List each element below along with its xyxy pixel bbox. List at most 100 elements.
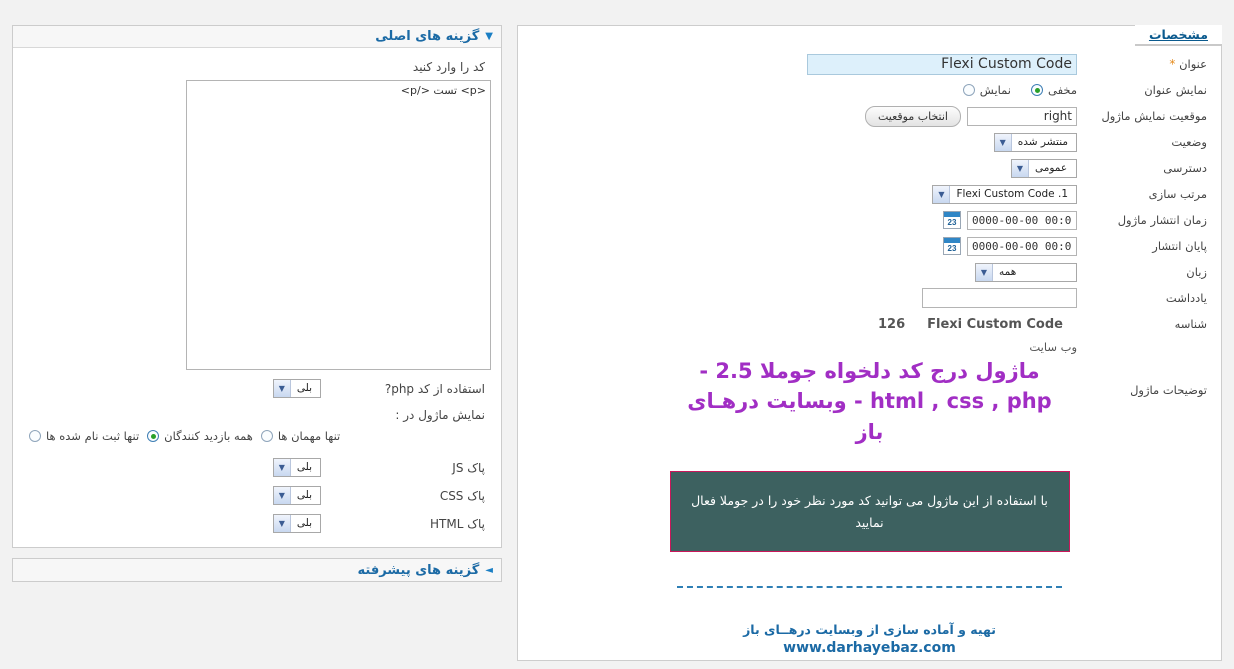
clean-html-select[interactable]: ▼ بلی	[272, 514, 321, 533]
option-row-use-php: استفاده از کد php? ▼ بلی	[23, 379, 491, 398]
language-select[interactable]: ▼ همه	[975, 262, 1077, 282]
title-input[interactable]	[807, 53, 1077, 75]
option-row-clean-html: پاک HTML ▼ بلی	[23, 514, 491, 533]
radio-only-registered[interactable]: تنها ثبت نام شده ها	[29, 429, 139, 443]
position-input[interactable]	[967, 106, 1077, 126]
clean-css-select-value: بلی	[296, 489, 312, 501]
finish-publishing-input[interactable]	[967, 236, 1077, 256]
control-position: انتخاب موقعیت	[526, 105, 1091, 127]
advanced-options-header[interactable]: گزینه های پیشرفته ◄	[13, 559, 501, 581]
label-use-php: استفاده از کد php?	[384, 381, 485, 396]
show-module-in-radio-group: تنها مهمان ها همه بازدید کنندگان تنها ثب…	[23, 429, 491, 443]
calendar-icon-start[interactable]: 23	[943, 211, 961, 229]
radio-show-label: نمایش	[979, 83, 1011, 97]
label-note: یادداشت	[1165, 291, 1207, 305]
radio-hide-icon[interactable]	[1031, 84, 1043, 96]
ordering-select-value: 1. Flexi Custom Code	[956, 187, 1068, 200]
promo-url-link[interactable]: www.darhayebaz.com	[532, 640, 1207, 656]
start-publishing-input[interactable]	[967, 210, 1077, 230]
control-clean-html: ▼ بلی	[23, 514, 321, 533]
label-clean-css: پاک CSS	[439, 488, 485, 503]
control-clean-css: ▼ بلی	[23, 486, 321, 505]
select-position-button[interactable]: انتخاب موقعیت	[864, 105, 961, 127]
label-title: عنوان *	[1091, 57, 1211, 71]
control-finish-publishing: 23	[526, 236, 1091, 256]
basic-options-fieldset: گزینه های اصلی ▼ کد را وارد کنید <p> تست…	[12, 25, 502, 548]
chevron-down-icon: ▼	[273, 487, 291, 504]
basic-options-title: گزینه های اصلی	[375, 29, 480, 44]
chevron-left-icon[interactable]: ◄	[485, 565, 493, 576]
website-text: وب سایت	[1029, 340, 1077, 354]
radio-only-guests[interactable]: تنها مهمان ها	[260, 429, 341, 443]
field-row-access: دسترسی ▼ عمومی	[526, 155, 1211, 181]
ordering-select[interactable]: ▼ 1. Flexi Custom Code	[932, 184, 1077, 204]
radio-all-visitors-icon[interactable]	[147, 430, 160, 442]
label-status: وضعیت	[1171, 135, 1207, 149]
options-column: گزینه های اصلی ▼ کد را وارد کنید <p> تست…	[12, 25, 502, 592]
label-clean-html: پاک HTML	[430, 516, 485, 531]
details-form: عنوان * نمایش عنوان مخفی	[526, 51, 1211, 397]
promo-callout-box: با استفاده از این ماژول می توانید کد مور…	[669, 471, 1070, 552]
tab-details[interactable]: مشخصات	[1134, 25, 1222, 46]
field-row-title: عنوان *	[526, 51, 1211, 77]
calendar-icon-finish[interactable]: 23	[943, 237, 961, 255]
field-row-id: شناسه Flexi Custom Code 126	[526, 311, 1211, 337]
radio-only-registered-icon[interactable]	[29, 430, 41, 442]
basic-options-body: کد را وارد کنید <p> تست </p> استفاده از …	[13, 48, 501, 547]
basic-options-header[interactable]: گزینه های اصلی ▼	[13, 26, 501, 48]
label-language: زبان	[1186, 265, 1207, 279]
chevron-down-icon: ▼	[273, 515, 291, 532]
field-row-finish-publishing: پایان انتشار 23	[526, 233, 1211, 259]
radio-show-title-hide[interactable]: مخفی	[1031, 83, 1077, 97]
control-language: ▼ همه	[526, 262, 1091, 282]
note-input[interactable]	[922, 288, 1077, 308]
clean-css-select[interactable]: ▼ بلی	[272, 486, 321, 505]
control-status: ▼ منتشر شده	[526, 132, 1091, 152]
label-ordering: مرتب سازی	[1148, 187, 1207, 201]
radio-show-title-show[interactable]: نمایش	[962, 83, 1011, 97]
status-select-value: منتشر شده	[1017, 135, 1068, 148]
use-php-select[interactable]: ▼ بلی	[272, 379, 321, 398]
promo-title: ماژول درج کد دلخواه جوملا 2.5 - html , c…	[687, 359, 1052, 444]
code-textarea[interactable]: <p> تست </p>	[186, 80, 491, 370]
label-id: شناسه	[1174, 317, 1207, 331]
radio-only-guests-label: تنها مهمان ها	[277, 429, 341, 443]
field-row-note: یادداشت	[526, 285, 1211, 311]
chevron-down-icon: ▼	[994, 133, 1012, 151]
advanced-options-title: گزینه های پیشرفته	[357, 562, 480, 578]
control-website: وب سایت	[526, 340, 1091, 354]
control-note	[526, 288, 1091, 308]
chevron-down-icon: ▼	[273, 380, 291, 397]
control-use-php: ▼ بلی	[23, 379, 321, 398]
field-row-language: زبان ▼ همه	[526, 259, 1211, 285]
field-row-start-publishing: زمان انتشار ماژول 23	[526, 207, 1211, 233]
chevron-down-icon: ▼	[933, 185, 951, 203]
access-select[interactable]: ▼ عمومی	[1011, 158, 1077, 178]
label-finish-publishing: پایان انتشار	[1152, 239, 1207, 253]
chevron-down-icon[interactable]: ▼	[485, 31, 493, 42]
required-asterisk-icon: *	[1169, 57, 1176, 71]
radio-only-guests-icon[interactable]	[260, 430, 273, 442]
details-panel: مشخصات عنوان * نمایش عنوان	[517, 25, 1222, 661]
module-edit-screen: مشخصات عنوان * نمایش عنوان	[0, 0, 1234, 669]
control-start-publishing: 23	[526, 210, 1091, 230]
clean-html-select-value: بلی	[296, 517, 312, 529]
label-title-text: عنوان	[1179, 57, 1207, 71]
control-id: Flexi Custom Code 126	[526, 317, 1091, 332]
label-position: موقعیت نمایش ماژول	[1101, 109, 1207, 123]
control-ordering: ▼ 1. Flexi Custom Code	[526, 184, 1091, 204]
module-name-value: Flexi Custom Code	[927, 316, 1063, 332]
radio-only-registered-label: تنها ثبت نام شده ها	[46, 429, 140, 443]
field-row-ordering: مرتب سازی ▼ 1. Flexi Custom Code	[526, 181, 1211, 207]
radio-show-icon[interactable]	[962, 84, 975, 96]
module-id-value: 126	[877, 316, 906, 332]
status-select[interactable]: ▼ منتشر شده	[993, 132, 1077, 152]
chevron-down-icon: ▼	[1012, 159, 1029, 177]
control-clean-js: ▼ بلی	[23, 458, 321, 477]
option-row-clean-css: پاک CSS ▼ بلی	[23, 486, 491, 505]
field-row-position: موقعیت نمایش ماژول انتخاب موقعیت	[526, 103, 1211, 129]
clean-js-select[interactable]: ▼ بلی	[272, 458, 321, 477]
radio-all-visitors[interactable]: همه بازدید کنندگان	[147, 429, 253, 443]
module-description-content: ماژول درج کد دلخواه جوملا 2.5 - html , c…	[532, 356, 1207, 656]
